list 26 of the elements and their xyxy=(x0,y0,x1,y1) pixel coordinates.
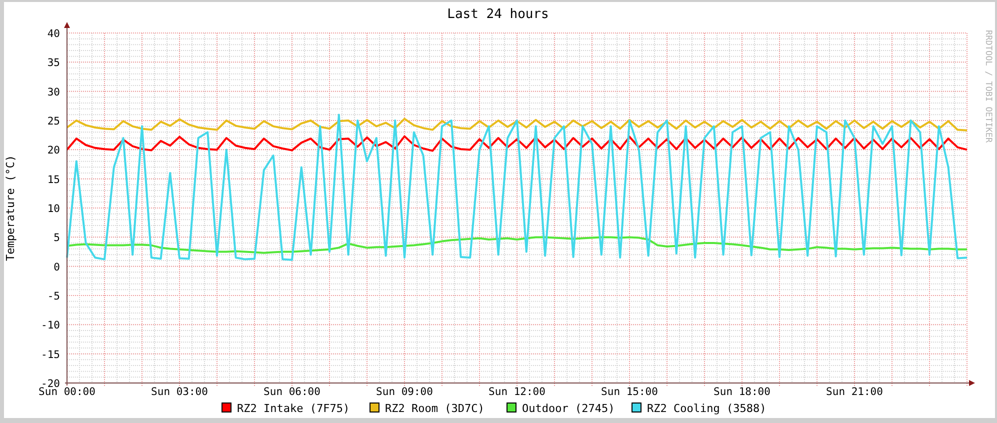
x-tick-label: Sun 21:00 xyxy=(826,386,883,398)
x-tick-label: Sun 03:00 xyxy=(151,386,208,398)
x-tick-label: Sun 18:00 xyxy=(714,386,770,398)
y-tick-label: 30 xyxy=(47,86,60,98)
y-tick-label: 20 xyxy=(47,144,60,157)
y-tick-label: 0 xyxy=(54,261,60,274)
x-tick-label: Sun 09:00 xyxy=(376,386,433,398)
y-tick-label: -5 xyxy=(47,290,60,302)
legend-label: RZ2 Intake (7F75) xyxy=(237,402,350,415)
credit-text: RRDTOOL / TOBI OETIKER xyxy=(983,30,993,143)
legend-label: RZ2 Cooling (3588) xyxy=(647,402,766,415)
y-axis-label: Temperature (°C) xyxy=(4,155,17,261)
y-tick-label: 35 xyxy=(47,57,60,70)
y-tick-label: 15 xyxy=(47,174,60,186)
y-tick-label: -15 xyxy=(41,348,60,361)
x-tick-label: Sun 15:00 xyxy=(601,386,658,398)
y-tick-label: 10 xyxy=(47,203,60,215)
y-tick-label: 5 xyxy=(54,232,60,244)
legend-label: Outdoor (2745) xyxy=(522,402,615,415)
chart-title: Last 24 hours xyxy=(447,7,549,22)
y-tick-label: 40 xyxy=(47,28,60,40)
y-tick-label: 25 xyxy=(47,116,60,128)
y-tick-label: -10 xyxy=(41,320,60,332)
x-tick-label: Sun 12:00 xyxy=(488,386,546,398)
legend-label: RZ2 Room (3D7C) xyxy=(385,402,484,415)
x-tick-label: Sun 06:00 xyxy=(264,386,320,398)
